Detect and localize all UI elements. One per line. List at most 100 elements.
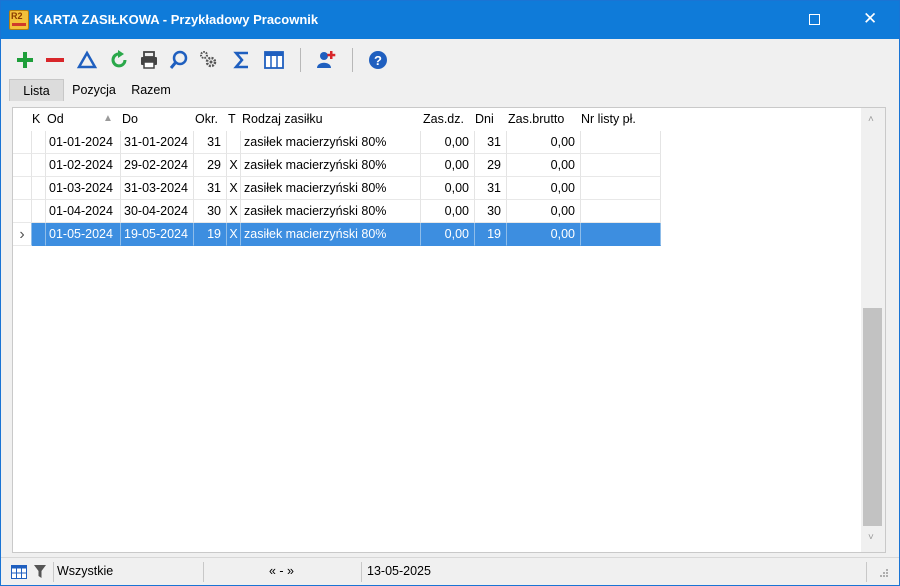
cell-okr[interactable]: 29 <box>194 154 227 177</box>
add-person-button[interactable] <box>315 49 337 71</box>
sum-button[interactable] <box>231 49 253 71</box>
table-row[interactable]: 01-01-2024 31-01-2024 31 zasiłek macierzyńs… <box>13 131 661 154</box>
col-header-dni[interactable]: Dni <box>475 108 505 130</box>
cell-okr[interactable]: 31 <box>194 177 227 200</box>
table-row[interactable]: 01-02-2024 29-02-2024 29 Xzasiłek macierzyń… <box>13 154 661 177</box>
cell-do[interactable]: 31-03-2024 <box>121 177 194 200</box>
remove-button[interactable] <box>44 49 66 71</box>
cell-zasdz[interactable]: 0,00 <box>421 154 475 177</box>
cell-od[interactable]: 01-03-2024 <box>46 177 121 200</box>
cell-rodzaj[interactable]: zasiłek macierzyński 80% <box>241 131 421 154</box>
vertical-scrollbar[interactable]: ˄ ˅ <box>861 108 885 552</box>
cell-okr[interactable]: 30 <box>194 200 227 223</box>
cell-rodzaj[interactable]: zasiłek macierzyński 80% <box>241 154 421 177</box>
row-indicator[interactable] <box>13 177 32 200</box>
columns-button[interactable] <box>263 49 285 71</box>
cell-do[interactable]: 30-04-2024 <box>121 200 194 223</box>
cell-nr[interactable] <box>581 177 661 200</box>
cell-brutto[interactable]: 0,00 <box>507 131 581 154</box>
cell-od[interactable]: 01-02-2024 <box>46 154 121 177</box>
tab-razem[interactable]: Razem <box>125 79 177 101</box>
cell-dni[interactable]: 29 <box>475 154 507 177</box>
cell-do[interactable]: 29-02-2024 <box>121 154 194 177</box>
settings-button[interactable] <box>198 49 220 71</box>
cell-t[interactable]: X <box>227 177 241 200</box>
cell-k[interactable] <box>32 154 46 177</box>
cell-zasdz[interactable]: 0,00 <box>421 223 475 246</box>
col-header-okr[interactable]: Okr. <box>195 108 227 130</box>
cell-k[interactable] <box>32 200 46 223</box>
filter-label[interactable]: Wszystkie <box>57 564 113 578</box>
col-header-od[interactable]: Od <box>47 108 97 130</box>
cell-nr[interactable] <box>581 154 661 177</box>
tab-pozycja[interactable]: Pozycja <box>67 79 121 101</box>
resize-grip-icon[interactable] <box>879 568 889 578</box>
filter-icon[interactable] <box>33 564 47 580</box>
scroll-up-icon[interactable]: ˄ <box>868 114 874 125</box>
grid-header: K Od ▲ Do Okr. T Rodzaj zasiłku Zas.dz. … <box>13 108 661 130</box>
col-header-do[interactable]: Do <box>122 108 162 130</box>
cell-nr[interactable] <box>581 131 661 154</box>
tab-lista[interactable]: Lista <box>9 79 64 101</box>
cell-od[interactable]: 01-05-2024 <box>46 223 121 246</box>
col-header-nr[interactable]: Nr listy pł. <box>581 108 661 130</box>
sort-ascending-icon[interactable]: ▲ <box>103 108 117 130</box>
cell-dni[interactable]: 31 <box>475 177 507 200</box>
cell-od[interactable]: 01-01-2024 <box>46 131 121 154</box>
close-button[interactable]: ✕ <box>847 1 893 39</box>
cell-zasdz[interactable]: 0,00 <box>421 177 475 200</box>
grid-view-icon[interactable] <box>11 565 27 579</box>
table-row[interactable]: › 01-05-2024 19-05-2024 19 Xzasiłek macierzy… <box>13 223 661 246</box>
cell-dni[interactable]: 30 <box>475 200 507 223</box>
cell-brutto[interactable]: 0,00 <box>507 223 581 246</box>
table-row[interactable]: 01-03-2024 31-03-2024 31 Xzasiłek macierzyń… <box>13 177 661 200</box>
maximize-button[interactable] <box>791 1 837 39</box>
search-button[interactable] <box>168 49 190 71</box>
refresh-button[interactable] <box>108 49 130 71</box>
row-indicator[interactable] <box>13 131 32 154</box>
col-header-t[interactable]: T <box>228 108 240 130</box>
cell-k[interactable] <box>32 131 46 154</box>
table-row[interactable]: 01-04-2024 30-04-2024 30 Xzasiłek macierzyń… <box>13 200 661 223</box>
record-navigation[interactable]: « - » <box>269 564 294 578</box>
cell-zasdz[interactable]: 0,00 <box>421 131 475 154</box>
row-indicator-icon[interactable]: › <box>13 223 32 246</box>
scroll-thumb[interactable] <box>863 308 882 526</box>
cell-k[interactable] <box>32 223 46 246</box>
cell-t[interactable]: X <box>227 223 241 246</box>
cell-rodzaj[interactable]: zasiłek macierzyński 80% <box>241 200 421 223</box>
cell-brutto[interactable]: 0,00 <box>507 177 581 200</box>
cell-dni[interactable]: 19 <box>475 223 507 246</box>
edit-button[interactable] <box>76 49 98 71</box>
window-title: KARTA ZASIŁKOWA - Przykładowy Pracownik <box>34 12 319 27</box>
help-button[interactable]: ? <box>367 49 389 71</box>
col-header-rodzaj[interactable]: Rodzaj zasiłku <box>242 108 392 130</box>
col-header-brutto[interactable]: Zas.brutto <box>508 108 578 130</box>
cell-rodzaj[interactable]: zasiłek macierzyński 80% <box>241 177 421 200</box>
col-header-k[interactable]: K <box>32 108 44 130</box>
cell-do[interactable]: 31-01-2024 <box>121 131 194 154</box>
cell-okr[interactable]: 19 <box>194 223 227 246</box>
add-button[interactable] <box>14 49 36 71</box>
cell-brutto[interactable]: 0,00 <box>507 154 581 177</box>
scroll-down-icon[interactable]: ˅ <box>868 532 874 543</box>
cell-od[interactable]: 01-04-2024 <box>46 200 121 223</box>
cell-nr[interactable] <box>581 223 661 246</box>
cell-okr[interactable]: 31 <box>194 131 227 154</box>
add-icon <box>17 52 33 68</box>
col-header-zasdz[interactable]: Zas.dz. <box>423 108 475 130</box>
cell-k[interactable] <box>32 177 46 200</box>
cell-zasdz[interactable]: 0,00 <box>421 200 475 223</box>
cell-nr[interactable] <box>581 200 661 223</box>
cell-brutto[interactable]: 0,00 <box>507 200 581 223</box>
cell-t[interactable]: X <box>227 154 241 177</box>
print-button[interactable] <box>138 49 160 71</box>
row-indicator[interactable] <box>13 154 32 177</box>
cell-dni[interactable]: 31 <box>475 131 507 154</box>
cell-do[interactable]: 19-05-2024 <box>121 223 194 246</box>
cell-t[interactable]: X <box>227 200 241 223</box>
cell-t[interactable] <box>227 131 241 154</box>
title-bar[interactable]: R2 KARTA ZASIŁKOWA - Przykładowy Pracown… <box>1 1 899 39</box>
row-indicator[interactable] <box>13 200 32 223</box>
cell-rodzaj[interactable]: zasiłek macierzyński 80% <box>241 223 421 246</box>
